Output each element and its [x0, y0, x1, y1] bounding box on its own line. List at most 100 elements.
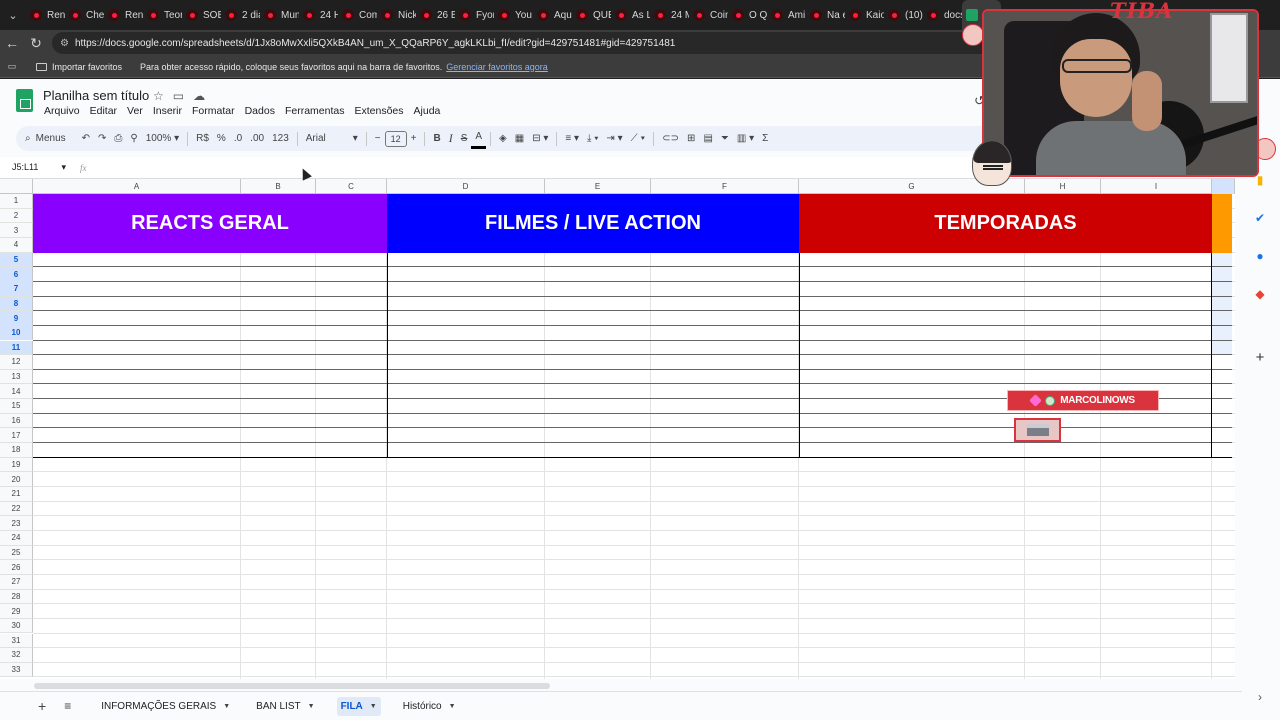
increase-decimal-button[interactable]: .00 — [246, 129, 268, 149]
column-header-selected[interactable] — [1212, 179, 1235, 194]
print-icon[interactable]: ⎙ — [110, 129, 126, 149]
row-header[interactable]: 18 — [0, 443, 33, 458]
sheets-logo-icon[interactable] — [16, 89, 33, 112]
column-header[interactable]: H — [1025, 179, 1101, 194]
row-header[interactable]: 8 — [0, 296, 33, 312]
browser-tab[interactable]: Rent — [26, 0, 65, 30]
caret-down-icon[interactable]: ▼ — [308, 703, 315, 710]
horizontal-align-icon[interactable]: ≡ ▾ — [561, 129, 583, 149]
select-all-corner[interactable] — [0, 179, 33, 194]
decrease-decimal-button[interactable]: .0 — [230, 129, 246, 149]
tasks-icon[interactable]: ✔ — [1254, 211, 1266, 225]
row-header[interactable]: 24 — [0, 530, 33, 546]
star-icon[interactable]: ☆ — [153, 89, 164, 103]
row-header[interactable]: 2 — [0, 208, 33, 224]
row-header[interactable]: 29 — [0, 604, 33, 619]
browser-tab[interactable]: Nick — [377, 0, 416, 30]
row-header[interactable]: 9 — [0, 311, 33, 326]
browser-tab[interactable]: Chef — [65, 0, 104, 30]
cloud-status-icon[interactable]: ☁ — [193, 89, 205, 103]
row-header[interactable]: 27 — [0, 574, 33, 590]
maps-icon[interactable]: ◆ — [1254, 287, 1266, 301]
percent-button[interactable]: % — [213, 129, 230, 149]
contacts-icon[interactable]: ● — [1254, 249, 1266, 263]
font-size-increase-icon[interactable]: + — [407, 129, 421, 149]
caret-down-icon[interactable]: ▼ — [223, 703, 230, 710]
row-header[interactable]: 13 — [0, 369, 33, 385]
browser-tab[interactable]: 24 M — [650, 0, 689, 30]
menu-item[interactable]: Editar — [90, 105, 117, 117]
browser-tab[interactable]: docs — [923, 0, 962, 30]
row-header[interactable]: 26 — [0, 560, 33, 575]
browser-tab[interactable]: QUE — [572, 0, 611, 30]
section-header-cell[interactable]: FILMES / LIVE ACTION — [387, 194, 799, 253]
sheet-tab[interactable]: Histórico ▼ — [399, 697, 460, 716]
menu-item[interactable]: Ajuda — [414, 105, 441, 117]
caret-down-icon[interactable]: ▼ — [370, 703, 377, 710]
menu-item[interactable]: Dados — [245, 105, 275, 117]
bold-button[interactable]: B — [429, 129, 444, 149]
browser-tab[interactable]: 26 B — [416, 0, 455, 30]
row-header[interactable]: 16 — [0, 413, 33, 429]
vertical-align-icon[interactable]: ⤓ ▾ — [583, 129, 602, 149]
manage-bookmarks-link[interactable]: Gerenciar favoritos agora — [446, 62, 548, 72]
borders-icon[interactable]: ▦ — [511, 129, 528, 149]
row-header[interactable]: 31 — [0, 633, 33, 649]
browser-tab[interactable]: Mun — [260, 0, 299, 30]
row-header[interactable]: 12 — [0, 355, 33, 370]
row-header[interactable]: 22 — [0, 501, 33, 517]
zoom-select[interactable]: 100% ▾ — [142, 129, 183, 149]
function-button[interactable]: Σ — [758, 129, 772, 149]
menu-item[interactable]: Formatar — [192, 105, 235, 117]
row-header[interactable]: 19 — [0, 457, 33, 473]
sheet-tab[interactable]: BAN LIST ▼ — [252, 697, 318, 716]
add-sheet-icon[interactable]: + — [38, 698, 46, 714]
browser-tab[interactable]: Rena — [104, 0, 143, 30]
move-folder-icon[interactable]: ▭ — [173, 89, 184, 103]
browser-tab[interactable]: Na e — [806, 0, 845, 30]
italic-button[interactable]: I — [445, 129, 457, 149]
row-header[interactable]: 1 — [0, 194, 33, 209]
all-sheets-icon[interactable]: ≡ — [64, 699, 71, 713]
insert-link-icon[interactable]: ⊂⊃ — [658, 129, 683, 149]
browser-tab[interactable]: Aqu — [533, 0, 572, 30]
reload-icon[interactable]: ↻ — [24, 30, 48, 56]
row-header[interactable]: 23 — [0, 516, 33, 531]
filter-icon[interactable]: ⏷ — [717, 129, 733, 149]
currency-button[interactable]: R$ — [192, 129, 213, 149]
section-header-cell[interactable] — [1212, 194, 1232, 253]
row-header[interactable]: 20 — [0, 472, 33, 487]
sheet-tab[interactable]: FILA ▼ — [336, 696, 381, 716]
browser-tab[interactable]: O Q — [728, 0, 767, 30]
row-header[interactable]: 11 — [0, 340, 33, 356]
row-header[interactable]: 3 — [0, 223, 33, 238]
document-title[interactable]: Planilha sem título — [43, 88, 149, 103]
browser-tab[interactable]: Com — [338, 0, 377, 30]
caret-down-icon[interactable]: ▼ — [449, 703, 456, 710]
row-header[interactable]: 32 — [0, 648, 33, 663]
row-header[interactable]: 21 — [0, 487, 33, 502]
row-header[interactable]: 14 — [0, 384, 33, 400]
hide-panel-chevron-icon[interactable]: › — [1254, 690, 1266, 704]
font-select[interactable]: Arial ▾ — [302, 129, 362, 149]
row-header[interactable]: 15 — [0, 399, 33, 414]
row-header[interactable]: 30 — [0, 618, 33, 634]
browser-tab[interactable]: You — [494, 0, 533, 30]
browser-tab[interactable]: Kaio — [845, 0, 884, 30]
side-panel-icon[interactable]: ▭ — [0, 61, 24, 72]
sheet-tab[interactable]: INFORMAÇÕES GERAIS ▼ — [97, 697, 234, 716]
column-header[interactable]: E — [545, 179, 651, 194]
menu-item[interactable]: Ferramentas — [285, 105, 345, 117]
browser-tab[interactable]: As L — [611, 0, 650, 30]
undo-icon[interactable]: ↶ — [78, 129, 94, 149]
row-header[interactable]: 17 — [0, 428, 33, 444]
text-rotation-icon[interactable]: ⟋ ▾ — [627, 129, 650, 149]
browser-tab[interactable]: Ami — [767, 0, 806, 30]
row-header[interactable]: 6 — [0, 267, 33, 282]
browser-tab[interactable]: 2 dia — [221, 0, 260, 30]
row-header[interactable]: 33 — [0, 662, 33, 678]
column-header[interactable]: A — [33, 179, 241, 194]
row-header[interactable]: 28 — [0, 589, 33, 605]
browser-tab[interactable]: (10) — [884, 0, 923, 30]
browser-tab[interactable]: Teor — [143, 0, 182, 30]
